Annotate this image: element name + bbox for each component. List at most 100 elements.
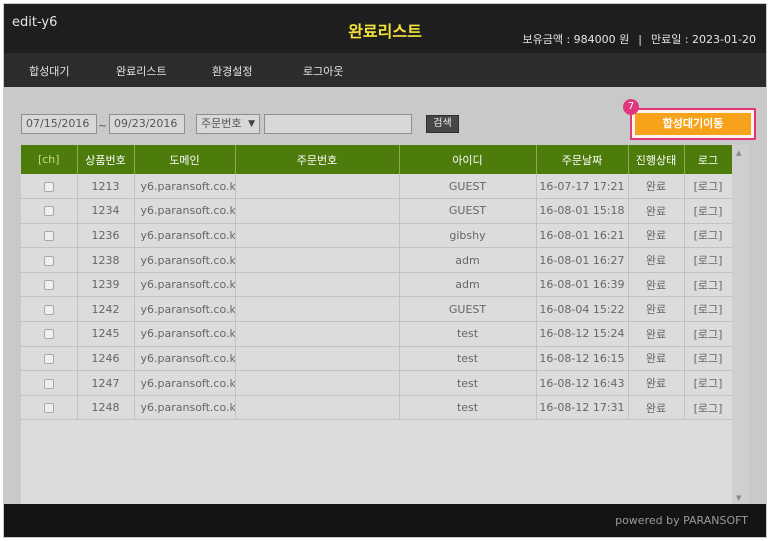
date-range-tilde: ~	[98, 119, 108, 132]
status-cell: 완료	[628, 247, 685, 273]
user-id-cell: GUEST	[399, 198, 537, 224]
product-number-cell: 1213	[77, 174, 135, 200]
row-checkbox-cell	[21, 370, 78, 396]
row-checkbox[interactable]	[43, 230, 54, 241]
status-cell: 완료	[628, 174, 685, 200]
status-cell: 완료	[628, 296, 685, 323]
product-number-cell: 1248	[77, 395, 135, 421]
col-header-date: 주문날짜	[536, 145, 629, 174]
order-number-cell	[235, 321, 400, 347]
table-row: 1239 y6.paransoft.co.kr adm 16-08-01 16:39 완…	[21, 272, 733, 298]
table-row: 1234 y6.paransoft.co.kr GUEST 16-08-01 15:1…	[21, 198, 733, 224]
table-scrollbar[interactable]: ▲ ▼	[732, 145, 749, 505]
product-number-cell: 1234	[77, 198, 135, 224]
status-cell: 완료	[628, 370, 685, 396]
status-separator: |	[638, 33, 642, 46]
order-number-cell	[235, 198, 400, 224]
order-date-cell: 16-08-12 16:15	[536, 346, 629, 372]
product-number-cell: 1247	[77, 370, 135, 396]
log-link[interactable]: [로그]	[684, 395, 733, 421]
powered-by-text: powered by PARANSOFT	[615, 514, 748, 527]
table-row: 1247 y6.paransoft.co.kr test 16-08-12 16:43…	[21, 370, 733, 396]
table-row: 1245 y6.paransoft.co.kr test 16-08-12 15:24…	[21, 321, 733, 347]
col-header-order: 주문번호	[235, 145, 400, 174]
user-id-cell: test	[399, 321, 537, 347]
order-date-cell: 16-08-04 15:22	[536, 296, 629, 323]
domain-cell: y6.paransoft.co.kr	[134, 174, 236, 200]
row-checkbox-cell	[21, 321, 78, 347]
step-badge: 7	[623, 99, 639, 115]
row-checkbox-cell	[21, 272, 78, 298]
row-checkbox-cell	[21, 223, 78, 249]
domain-cell: y6.paransoft.co.kr	[134, 272, 236, 298]
table-row: 1248 y6.paransoft.co.kr test 16-08-12 17:31…	[21, 395, 733, 421]
results-table: [ch] 상품번호 도메인 주문번호 아이디 주문날짜 진행상태 로그 1213…	[21, 145, 733, 421]
row-checkbox[interactable]	[43, 206, 54, 217]
order-number-cell	[235, 174, 400, 200]
user-id-cell: adm	[399, 247, 537, 273]
scroll-down-arrow-icon[interactable]: ▼	[736, 494, 741, 502]
row-checkbox[interactable]	[43, 255, 54, 266]
domain-cell: y6.paransoft.co.kr	[134, 346, 236, 372]
results-table-area: [ch] 상품번호 도메인 주문번호 아이디 주문날짜 진행상태 로그 1213…	[21, 145, 749, 505]
start-date-input[interactable]: 07/15/2016	[21, 114, 97, 134]
end-date-input[interactable]: 09/23/2016	[109, 114, 185, 134]
search-button[interactable]: 검색	[426, 115, 459, 133]
table-body: 1213 y6.paransoft.co.kr GUEST 16-07-17 17:2…	[21, 174, 733, 421]
order-number-cell	[235, 223, 400, 249]
row-checkbox[interactable]	[43, 181, 54, 192]
table-row: 1238 y6.paransoft.co.kr adm 16-08-01 16:27 완…	[21, 247, 733, 273]
search-field-select[interactable]: 주문번호 ▼	[196, 114, 260, 134]
row-checkbox-cell	[21, 198, 78, 224]
dropdown-arrow-icon: ▼	[248, 119, 255, 129]
table-row: 1246 y6.paransoft.co.kr test 16-08-12 16:15…	[21, 346, 733, 372]
user-id-cell: GUEST	[399, 296, 537, 323]
status-cell: 완료	[628, 346, 685, 372]
log-link[interactable]: [로그]	[684, 346, 733, 372]
row-checkbox[interactable]	[43, 280, 54, 291]
status-cell: 완료	[628, 321, 685, 347]
search-keyword-input[interactable]	[264, 114, 412, 134]
nav-item-completed[interactable]: 완료리스트	[116, 63, 167, 79]
row-checkbox[interactable]	[43, 304, 54, 315]
row-checkbox[interactable]	[43, 353, 54, 364]
col-header-id: 아이디	[399, 145, 537, 174]
log-link[interactable]: [로그]	[684, 321, 733, 347]
move-button-highlight: 합성대기이동	[630, 108, 756, 140]
order-date-cell: 16-08-12 17:31	[536, 395, 629, 421]
row-checkbox[interactable]	[43, 329, 54, 340]
product-number-cell: 1245	[77, 321, 135, 347]
nav-item-logout[interactable]: 로그아웃	[303, 63, 343, 79]
nav-item-settings[interactable]: 환경설정	[212, 63, 252, 79]
user-id-cell: gibshy	[399, 223, 537, 249]
scroll-up-arrow-icon[interactable]: ▲	[736, 149, 741, 157]
app-window: edit-y6 완료리스트 보유금액 : 984000 원 | 만료일 : 2023…	[3, 3, 767, 538]
nav-item-pending[interactable]: 합성대기	[29, 63, 69, 79]
order-date-cell: 16-08-01 16:39	[536, 272, 629, 298]
row-checkbox-cell	[21, 395, 78, 421]
col-header-domain: 도메인	[134, 145, 236, 174]
log-link[interactable]: [로그]	[684, 198, 733, 224]
log-link[interactable]: [로그]	[684, 223, 733, 249]
log-link[interactable]: [로그]	[684, 296, 733, 323]
move-to-pending-button[interactable]: 합성대기이동	[635, 113, 751, 135]
footer-bar: powered by PARANSOFT	[4, 504, 766, 537]
table-row: 1236 y6.paransoft.co.kr gibshy 16-08-01 16:…	[21, 223, 733, 249]
user-id-cell: test	[399, 395, 537, 421]
order-date-cell: 16-08-01 15:18	[536, 198, 629, 224]
status-cell: 완료	[628, 272, 685, 298]
row-checkbox-cell	[21, 346, 78, 372]
main-nav: 합성대기 완료리스트 환경설정 로그아웃	[4, 53, 766, 87]
log-link[interactable]: [로그]	[684, 174, 733, 200]
product-number-cell: 1236	[77, 223, 135, 249]
log-link[interactable]: [로그]	[684, 247, 733, 273]
row-checkbox[interactable]	[43, 378, 54, 389]
domain-cell: y6.paransoft.co.kr	[134, 247, 236, 273]
order-number-cell	[235, 272, 400, 298]
balance-text: 보유금액 : 984000 원	[522, 33, 630, 46]
log-link[interactable]: [로그]	[684, 272, 733, 298]
row-checkbox[interactable]	[43, 403, 54, 414]
log-link[interactable]: [로그]	[684, 370, 733, 396]
order-date-cell: 16-07-17 17:21	[536, 174, 629, 200]
account-status: 보유금액 : 984000 원 | 만료일 : 2023-01-20	[522, 31, 756, 47]
